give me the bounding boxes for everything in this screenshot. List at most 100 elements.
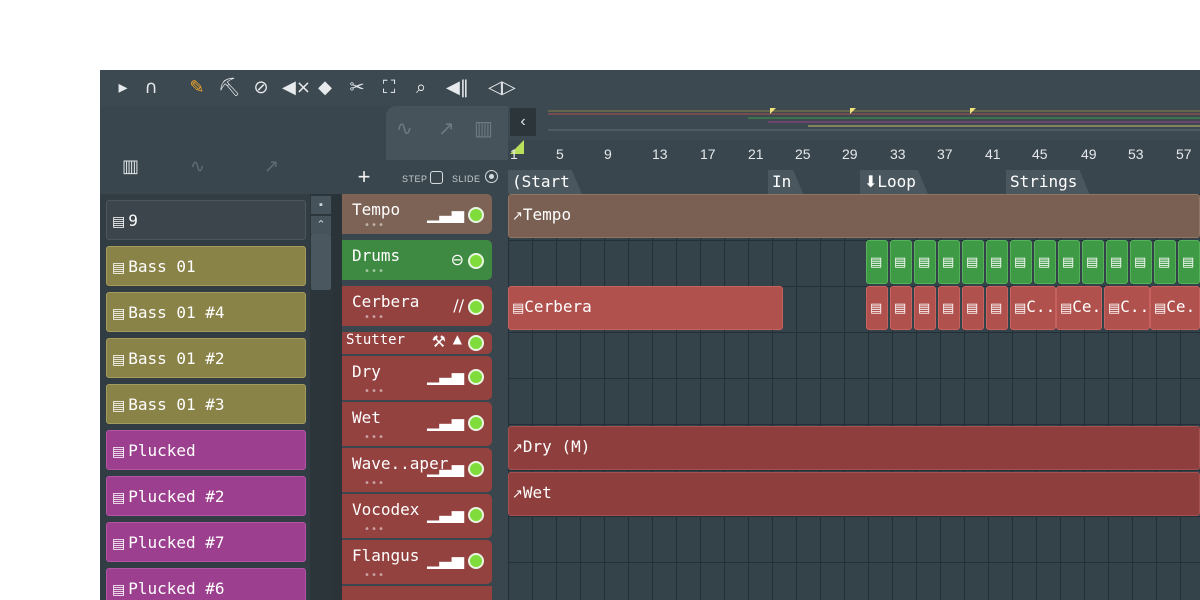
scroll-thumb[interactable]: [311, 234, 331, 290]
mute-led[interactable]: [468, 415, 484, 431]
pattern-clip[interactable]: ▤Cerbera: [508, 286, 783, 330]
automation-clip[interactable]: ↗Wet: [508, 472, 1200, 516]
bar-number: 21: [748, 146, 764, 162]
delete-icon[interactable]: ⊘: [252, 77, 270, 99]
pencil-icon[interactable]: ✎: [188, 77, 206, 99]
pattern-clip[interactable]: ▤: [1130, 240, 1152, 284]
mute-led[interactable]: [468, 299, 484, 315]
slice-icon[interactable]: ✂: [348, 77, 366, 99]
marker-loop[interactable]: ⬇Loop: [860, 170, 928, 194]
audio-wave-icon[interactable]: ∿: [396, 116, 413, 140]
song-overview[interactable]: ‹: [508, 106, 1200, 140]
pattern-clip[interactable]: ▤: [986, 286, 1008, 330]
track-header[interactable]: Flangus ••• ▁▃▅: [342, 540, 492, 584]
pattern-icon: ▤: [966, 255, 979, 270]
pattern-item[interactable]: ▤ Bass 01: [106, 246, 306, 286]
pattern-clip[interactable]: ▤: [1154, 240, 1176, 284]
marker-in[interactable]: In: [768, 170, 803, 194]
zoom-icon[interactable]: ⌕: [412, 77, 430, 99]
track-header[interactable]: Dry ••• ▁▃▅: [342, 356, 492, 400]
track-header[interactable]: Vocodex ••• ▁▃▅: [342, 494, 492, 538]
pattern-clip[interactable]: ▤: [962, 286, 984, 330]
pattern-item[interactable]: ▤ Plucked: [106, 430, 306, 470]
automation-clip[interactable]: ↗Dry (M): [508, 426, 1200, 470]
piano-icon[interactable]: ▥: [474, 116, 493, 140]
add-track-button[interactable]: +: [342, 160, 386, 194]
pattern-clip[interactable]: ▤: [1058, 240, 1080, 284]
select-icon[interactable]: ⛶: [380, 77, 398, 99]
track-menu-dots[interactable]: •••: [364, 312, 385, 323]
track-header[interactable]: Tempo ••• ▁▃▅: [342, 194, 492, 234]
automation-icon[interactable]: ↗: [264, 156, 279, 177]
mute-led[interactable]: [468, 461, 484, 477]
scroll-up-icon[interactable]: ⌃: [311, 216, 331, 234]
playback-icon[interactable]: ◀‖: [446, 77, 469, 99]
pattern-clip[interactable]: ▤: [1082, 240, 1104, 284]
piano-roll-icon[interactable]: ▥: [122, 156, 139, 177]
mute-led[interactable]: [468, 207, 484, 223]
mute-led[interactable]: [468, 335, 484, 351]
marker-strings[interactable]: Strings: [1006, 170, 1089, 194]
track-header[interactable]: Wet ••• ▁▃▅: [342, 402, 492, 446]
mute-led[interactable]: [468, 369, 484, 385]
pattern-clip[interactable]: ▤C..: [1010, 286, 1056, 330]
track-menu-dots[interactable]: •••: [364, 266, 385, 277]
pattern-clip[interactable]: ▤: [914, 286, 936, 330]
pattern-item[interactable]: ▤ Plucked #7: [106, 522, 306, 562]
track-menu-dots[interactable]: •••: [364, 478, 385, 489]
pattern-clip[interactable]: ▤: [914, 240, 936, 284]
track-menu-dots[interactable]: •••: [364, 386, 385, 397]
pattern-clip[interactable]: ▤: [962, 240, 984, 284]
track-menu-dots[interactable]: •••: [364, 432, 385, 443]
pattern-clip[interactable]: ▤: [1010, 240, 1032, 284]
track-menu-dots[interactable]: •••: [364, 570, 385, 581]
pattern-clip[interactable]: ▤: [1106, 240, 1128, 284]
track-header[interactable]: Stutter ⚒ ▲: [342, 332, 492, 354]
picker-scrollbar[interactable]: ▪ ⌃: [310, 194, 332, 600]
track-header[interactable]: Drums ••• ⊖: [342, 240, 492, 280]
pattern-clip[interactable]: ▤: [1034, 240, 1056, 284]
slip-icon[interactable]: ◆: [316, 77, 334, 99]
play-arrow-icon[interactable]: ▸: [114, 77, 132, 99]
pattern-item[interactable]: ▤ Plucked #2: [106, 476, 306, 516]
pattern-item[interactable]: ▤ Bass 01 #2: [106, 338, 306, 378]
bar-number: 53: [1128, 146, 1144, 162]
pattern-clip[interactable]: ▤: [938, 286, 960, 330]
mute-led[interactable]: [468, 553, 484, 569]
pattern-clip[interactable]: ▤Ce..: [1150, 286, 1200, 330]
pattern-item[interactable]: ▤ 9: [106, 200, 306, 240]
mute-icon[interactable]: ◀×: [282, 77, 311, 99]
track-menu-dots[interactable]: •••: [364, 220, 385, 231]
timeline-ruler[interactable]: 1 5 9 13 17 21 25 29 33 37 41 45 49 53 5…: [508, 140, 1200, 194]
mute-led[interactable]: [468, 253, 484, 269]
pattern-clip[interactable]: ▤: [938, 240, 960, 284]
paint-bucket-icon[interactable]: ⛏: [218, 77, 241, 99]
track-menu-dots[interactable]: •••: [364, 524, 385, 535]
pattern-clip[interactable]: ▤: [1178, 240, 1200, 284]
scroll-menu-icon[interactable]: ▪: [311, 196, 331, 214]
collapse-up-icon[interactable]: ▲: [453, 332, 462, 346]
pattern-clip[interactable]: ▤Ce..: [1056, 286, 1102, 330]
pattern-item[interactable]: ▤ Bass 01 #3: [106, 384, 306, 424]
pattern-clip[interactable]: ▤: [866, 286, 888, 330]
automation-clip[interactable]: ↗Tempo: [508, 194, 1200, 238]
track-header[interactable]: Cerbera ••• ∕∕: [342, 286, 492, 326]
pattern-clip[interactable]: ▤: [890, 286, 912, 330]
audio-wave-icon[interactable]: ∿: [190, 156, 205, 177]
step-toggle[interactable]: [430, 171, 443, 184]
playlist-grid[interactable]: ↗Tempo ▤Cerbera ▤C.. ▤Ce.. ▤C.. ▤Ce.. ↗D…: [508, 194, 1200, 600]
audio-icon[interactable]: ◁▷: [488, 77, 516, 99]
pattern-clip[interactable]: ▤C..: [1104, 286, 1150, 330]
automation-icon[interactable]: ↗: [438, 116, 455, 140]
pattern-item[interactable]: ▤ Plucked #6: [106, 568, 306, 600]
slide-toggle[interactable]: [485, 170, 498, 183]
track-header[interactable]: [342, 586, 492, 600]
pattern-clip[interactable]: ▤: [986, 240, 1008, 284]
mute-led[interactable]: [468, 507, 484, 523]
pattern-clip[interactable]: ▤: [866, 240, 888, 284]
track-header[interactable]: Wave..aper ••• ▁▃▅: [342, 448, 492, 492]
pattern-item[interactable]: ▤ Bass 01 #4: [106, 292, 306, 332]
pattern-clip[interactable]: ▤: [890, 240, 912, 284]
marker-start[interactable]: (Start: [508, 170, 582, 194]
magnet-icon[interactable]: ∩: [142, 77, 160, 99]
